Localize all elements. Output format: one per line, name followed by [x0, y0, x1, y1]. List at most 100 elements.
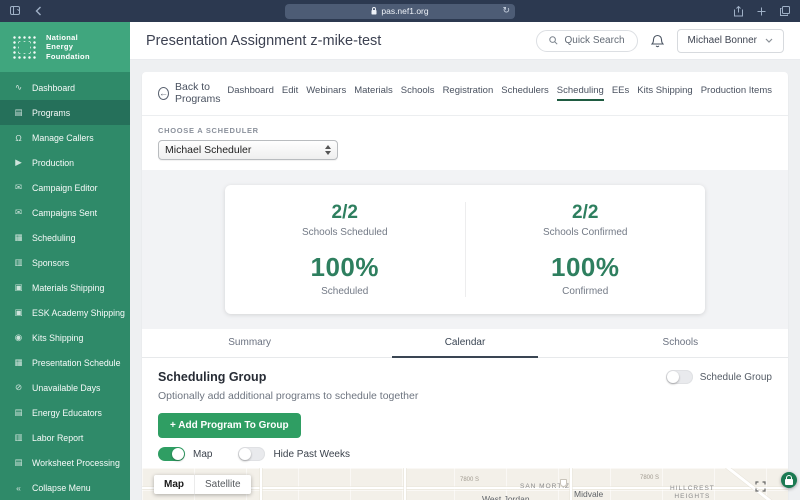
sidebar-item-materials-shipping[interactable]: ▣ Materials Shipping	[0, 275, 130, 300]
nef-logo-block[interactable]: National Energy Foundation	[0, 22, 130, 72]
sidebar-toggle-icon[interactable]	[10, 6, 23, 16]
search-icon	[549, 36, 558, 45]
sidebar-item-manage-callers[interactable]: Ω Manage Callers	[0, 125, 130, 150]
sidebar-item-label: Labor Report	[32, 433, 83, 443]
map-label-road-b: 7800 S	[640, 475, 659, 481]
hide-past-weeks-toggle[interactable]	[238, 447, 265, 461]
main-panel: ← Back to Programs Dashboard Edit Webina…	[142, 72, 788, 500]
energy-educators-icon: ▤	[13, 407, 24, 418]
map-road	[570, 468, 572, 500]
sidebar-item-label: Dashboard	[32, 83, 75, 93]
map-type-map-button[interactable]: Map	[154, 475, 194, 494]
back-arrow-circle-icon: ←	[158, 87, 169, 100]
notifications-bell-icon[interactable]	[651, 34, 664, 48]
sidebar-item-esk-academy-shipping[interactable]: ▣ ESK Academy Shipping	[0, 300, 130, 325]
map-toggle[interactable]	[158, 447, 185, 461]
sidebar: National Energy Foundation ∿ Dashboard ▤…	[0, 22, 130, 500]
tab-summary[interactable]: Summary	[142, 329, 357, 357]
page-title: Presentation Assignment z-mike-test	[146, 33, 381, 49]
fullscreen-icon[interactable]	[755, 481, 766, 492]
schedule-group-toggle[interactable]	[666, 370, 693, 384]
sidebar-item-campaign-editor[interactable]: ✉ Campaign Editor	[0, 175, 130, 200]
map-type-satellite-button[interactable]: Satellite	[194, 475, 251, 494]
sidebar-item-production[interactable]: ▶ Production	[0, 150, 130, 175]
program-nav-link-production-items[interactable]: Production Items	[701, 85, 772, 101]
share-icon[interactable]	[734, 6, 743, 17]
stats-zone: 2/2 Schools Scheduled 100% Scheduled 2/2…	[142, 170, 788, 329]
map-type-control: Map Satellite	[154, 475, 251, 494]
confirmed-ratio-label: Schools Confirmed	[466, 227, 706, 238]
sidebar-item-presentation-schedule[interactable]: ▦ Presentation Schedule	[0, 350, 130, 375]
scheduling-icon: ▦	[13, 232, 24, 243]
sidebar-item-label: Campaigns Sent	[32, 208, 97, 218]
program-nav-link-materials[interactable]: Materials	[354, 85, 393, 101]
browser-chrome: pas.nef1.org ↻	[0, 0, 800, 22]
add-program-to-group-button[interactable]: + Add Program To Group	[158, 413, 301, 438]
sidebar-item-label: Materials Shipping	[32, 283, 104, 293]
map-label-midvale: Midvale	[574, 489, 603, 499]
collapse-menu-button[interactable]: « Collapse Menu	[0, 475, 130, 500]
sidebar-item-campaigns-sent[interactable]: ✉ Campaigns Sent	[0, 200, 130, 225]
user-menu-button[interactable]: Michael Bonner	[677, 29, 784, 53]
sidebar-item-label: Sponsors	[32, 258, 69, 268]
nef-logo-icon	[12, 35, 37, 60]
program-nav-link-kits-shipping[interactable]: Kits Shipping	[637, 85, 692, 101]
sidebar-item-kits-shipping[interactable]: ◉ Kits Shipping	[0, 325, 130, 350]
tab-schools[interactable]: Schools	[573, 329, 788, 357]
tab-calendar[interactable]: Calendar	[357, 329, 572, 357]
scheduling-group-section: Scheduling Group Schedule Group Optional…	[142, 358, 788, 444]
program-nav-link-webinars[interactable]: Webinars	[306, 85, 346, 101]
back-to-programs-link[interactable]: ← Back to Programs	[158, 81, 227, 105]
stat-scheduled: 2/2 Schools Scheduled 100% Scheduled	[225, 202, 465, 297]
sidebar-item-energy-educators[interactable]: ▤ Energy Educators	[0, 400, 130, 425]
scheduled-ratio: 2/2	[225, 202, 465, 224]
privacy-lock-badge[interactable]	[781, 472, 797, 488]
sidebar-item-label: Scheduling	[32, 233, 76, 243]
sidebar-item-labor-report[interactable]: ▥ Labor Report	[0, 425, 130, 450]
program-nav-link-registration[interactable]: Registration	[443, 85, 494, 101]
confirmed-ratio: 2/2	[466, 202, 706, 224]
new-tab-icon[interactable]	[757, 7, 766, 16]
sidebar-item-worksheet-processing[interactable]: ▤ Worksheet Processing	[0, 450, 130, 475]
content-area: ← Back to Programs Dashboard Edit Webina…	[130, 60, 800, 500]
tab-overview-icon[interactable]	[780, 6, 790, 16]
program-nav-link-schedulers[interactable]: Schedulers	[501, 85, 549, 101]
chevron-down-icon	[765, 38, 773, 43]
programs-icon: ▤	[13, 107, 24, 118]
stats-card: 2/2 Schools Scheduled 100% Scheduled 2/2…	[225, 185, 705, 314]
back-icon[interactable]	[35, 6, 42, 16]
scheduler-block: CHOOSE A SCHEDULER Michael Scheduler	[142, 116, 788, 170]
program-nav-link-edit[interactable]: Edit	[282, 85, 298, 101]
map-toggle-label: Map	[193, 449, 212, 460]
hide-past-weeks-label: Hide Past Weeks	[273, 449, 350, 460]
worksheet-processing-icon: ▤	[13, 457, 24, 468]
scheduled-ratio-label: Schools Scheduled	[225, 227, 465, 238]
scheduler-selected-value: Michael Scheduler	[165, 144, 251, 156]
map-canvas[interactable]: Map Satellite West Jordan SAN MORTIZ Mid…	[142, 468, 788, 500]
back-label: Back to Programs	[175, 81, 227, 105]
sidebar-item-scheduling[interactable]: ▦ Scheduling	[0, 225, 130, 250]
sidebar-item-label: Energy Educators	[32, 408, 102, 418]
program-nav-link-ees[interactable]: EEs	[612, 85, 629, 101]
address-bar[interactable]: pas.nef1.org ↻	[285, 4, 515, 19]
map-label-road-a: 7800 S	[460, 477, 479, 483]
url-text: pas.nef1.org	[381, 6, 428, 16]
scheduler-select[interactable]: Michael Scheduler	[158, 140, 338, 160]
sidebar-item-unavailable-days[interactable]: ⊘ Unavailable Days	[0, 375, 130, 400]
map-controls-row: Map Hide Past Weeks	[142, 444, 788, 468]
program-nav-link-schools[interactable]: Schools	[401, 85, 435, 101]
map-label-hillcrest-heights: HILLCREST HEIGHTS	[670, 485, 715, 500]
sidebar-item-programs[interactable]: ▤ Programs	[0, 100, 130, 125]
quick-search-button[interactable]: Quick Search	[536, 30, 637, 52]
program-nav-link-dashboard[interactable]: Dashboard	[227, 85, 273, 101]
map-road	[260, 468, 262, 500]
topbar: Presentation Assignment z-mike-test Quic…	[130, 22, 800, 60]
sidebar-item-dashboard[interactable]: ∿ Dashboard	[0, 75, 130, 100]
campaign-editor-icon: ✉	[13, 182, 24, 193]
program-nav-link-scheduling[interactable]: Scheduling	[557, 85, 604, 101]
reload-icon[interactable]: ↻	[502, 5, 510, 16]
esk-academy-shipping-icon: ▣	[13, 307, 24, 318]
materials-shipping-icon: ▣	[13, 282, 24, 293]
sidebar-item-sponsors[interactable]: ▥ Sponsors	[0, 250, 130, 275]
sidebar-item-label: ESK Academy Shipping	[32, 308, 125, 318]
